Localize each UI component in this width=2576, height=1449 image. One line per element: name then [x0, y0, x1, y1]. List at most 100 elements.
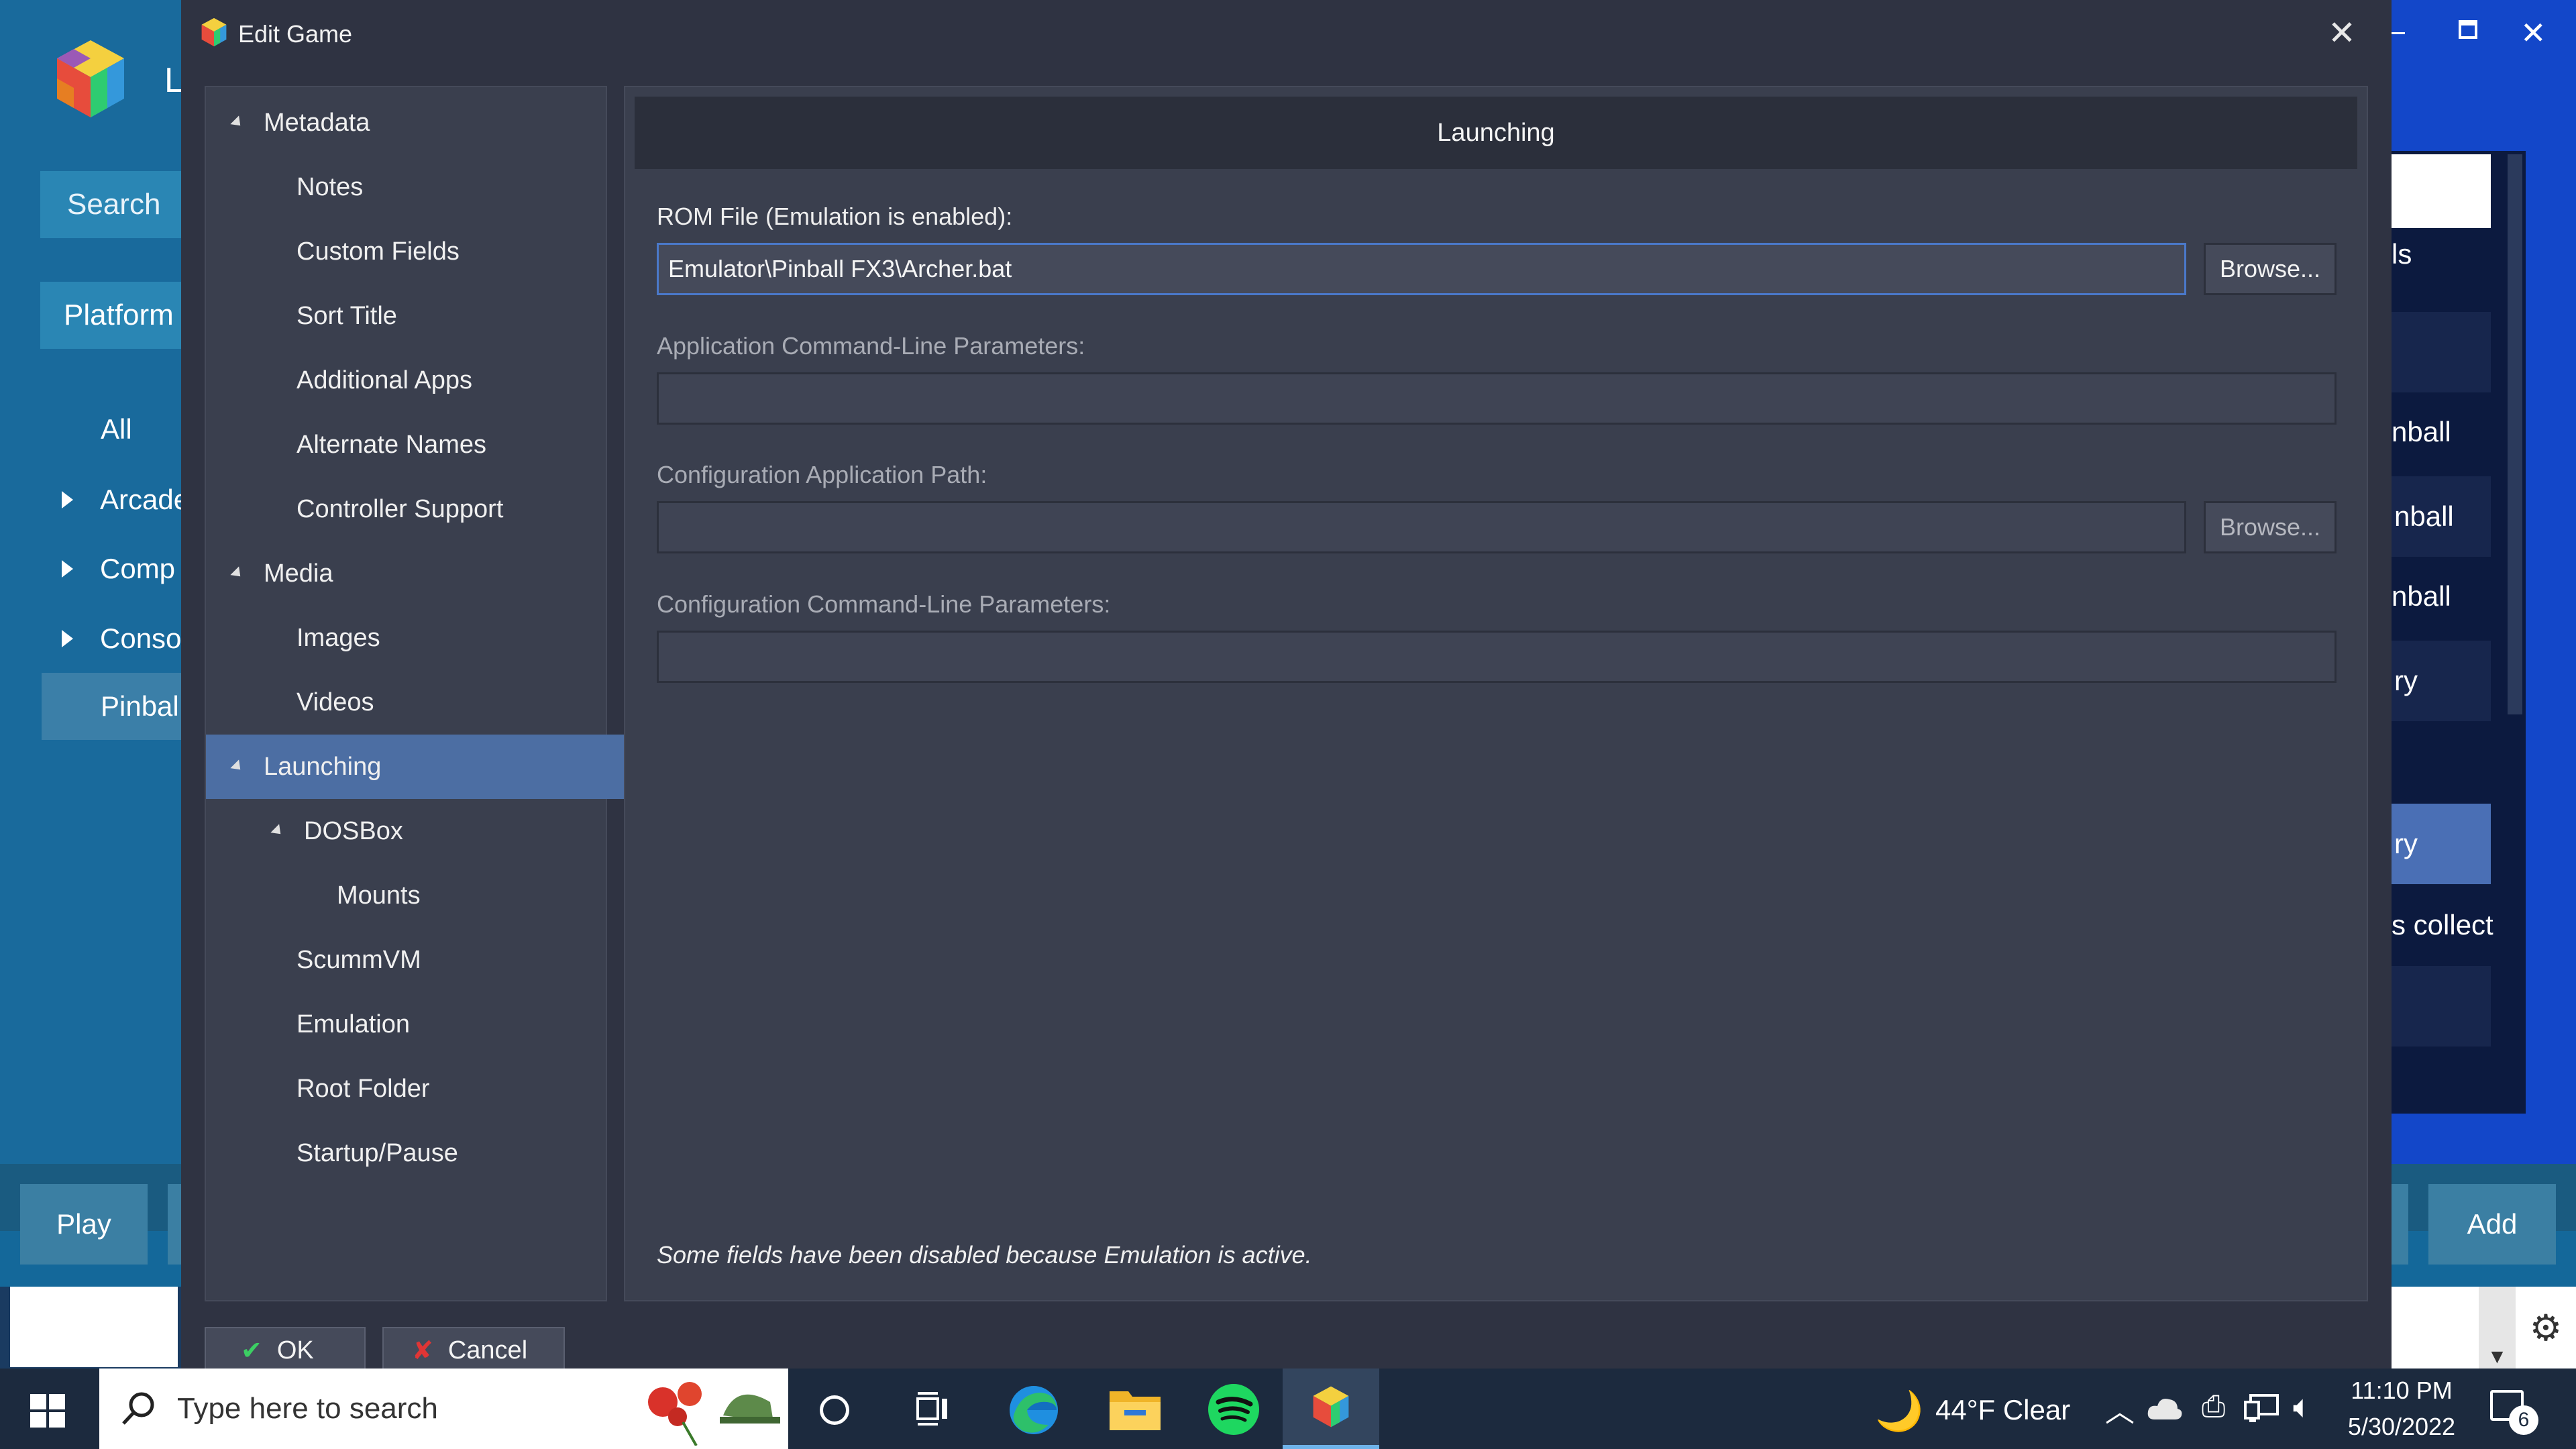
file-explorer-icon[interactable]: [1108, 1386, 1162, 1432]
cancel-x-icon: ✘: [412, 1336, 433, 1365]
tree-item-sort-title[interactable]: Sort Title: [206, 284, 696, 348]
status-field[interactable]: [10, 1287, 178, 1367]
close-icon[interactable]: ✕: [2328, 13, 2356, 52]
config-params-label: Configuration Command-Line Parameters:: [657, 590, 1111, 618]
platform-tree-pinball[interactable]: Pinbal: [42, 673, 181, 740]
list-tile-selected[interactable]: ry: [2392, 804, 2491, 884]
task-view-icon[interactable]: [914, 1392, 951, 1427]
expanded-arrow-icon[interactable]: [270, 824, 285, 839]
tree-item-custom-fields[interactable]: Custom Fields: [206, 219, 696, 284]
bottom-button-partial[interactable]: [2392, 1184, 2408, 1265]
camera-mic-icon[interactable]: ⎙: [2202, 1390, 2225, 1424]
ok-button[interactable]: ✔ OK: [205, 1327, 366, 1374]
app-params-label: Application Command-Line Parameters:: [657, 332, 1085, 360]
tree-item-scummvm[interactable]: ScummVM: [206, 928, 696, 992]
emulation-note: Some fields have been disabled because E…: [657, 1241, 1312, 1269]
spotify-icon[interactable]: [1208, 1383, 1260, 1436]
tree-item-metadata[interactable]: Metadata: [206, 91, 631, 155]
background-app-left: L Search Platform All Arcade Comp Conso …: [0, 0, 189, 1164]
config-params-input[interactable]: [657, 631, 2337, 683]
list-tile[interactable]: [2392, 312, 2491, 392]
section-header: Launching: [635, 97, 2357, 169]
tree-item-emulation[interactable]: Emulation: [206, 992, 696, 1057]
speaker-icon[interactable]: 🔈︎: [2293, 1389, 2312, 1426]
expand-arrow-icon[interactable]: [62, 630, 73, 647]
rom-browse-button[interactable]: Browse...: [2204, 243, 2337, 295]
tree-item-alternate-names[interactable]: Alternate Names: [206, 413, 696, 477]
tree-item-images[interactable]: Images: [206, 606, 696, 670]
launchbox-taskbar-button[interactable]: [1283, 1368, 1379, 1449]
bottom-button-partial[interactable]: [168, 1184, 181, 1265]
expand-arrow-icon[interactable]: [62, 560, 73, 578]
platform-tree-all[interactable]: All: [101, 409, 132, 449]
checkmark-icon: ✔: [241, 1336, 262, 1365]
onedrive-cloud-icon[interactable]: [2147, 1395, 2183, 1421]
tree-item-controller-support[interactable]: Controller Support: [206, 477, 696, 541]
expanded-arrow-icon[interactable]: [230, 566, 245, 581]
config-browse-button[interactable]: Browse...: [2204, 501, 2337, 553]
taskbar-search-box[interactable]: Type here to search: [99, 1368, 788, 1449]
window-controls: ✕: [2392, 0, 2576, 67]
launchbox-icon: [1313, 1386, 1349, 1428]
edit-game-dialog: Edit Game ✕ Metadata Notes Custom Fields…: [181, 0, 2392, 1374]
cortana-icon[interactable]: [820, 1395, 849, 1425]
search-icon: [122, 1392, 154, 1425]
list-fragment[interactable]: nball: [2392, 580, 2451, 612]
status-field[interactable]: [2392, 1287, 2479, 1368]
tree-item-additional-apps[interactable]: Additional Apps: [206, 348, 696, 413]
list-fragment: ls: [2392, 238, 2412, 270]
minimize-icon[interactable]: [2392, 32, 2405, 34]
tree-item-videos[interactable]: Videos: [206, 670, 696, 735]
expanded-arrow-icon[interactable]: [230, 759, 245, 774]
platform-tree-computers[interactable]: Comp: [62, 549, 175, 589]
tree-item-dosbox[interactable]: DOSBox: [206, 799, 672, 863]
window-close-icon[interactable]: ✕: [2520, 15, 2546, 51]
platform-tree-consoles[interactable]: Conso: [62, 619, 181, 659]
tree-item-startup-pause[interactable]: Startup/Pause: [206, 1121, 696, 1185]
search-button[interactable]: Search: [40, 171, 181, 238]
tree-item-launching[interactable]: Launching: [206, 735, 631, 799]
list-search-field[interactable]: [2392, 154, 2491, 228]
dropdown-arrow-icon[interactable]: ▼: [2479, 1287, 2516, 1368]
tree-item-root-folder[interactable]: Root Folder: [206, 1057, 696, 1121]
expand-arrow-icon[interactable]: [62, 491, 73, 508]
add-button[interactable]: Add: [2428, 1184, 2556, 1265]
config-path-label: Configuration Application Path:: [657, 461, 987, 488]
expanded-arrow-icon[interactable]: [230, 115, 245, 130]
platform-button[interactable]: Platform: [40, 282, 181, 349]
list-fragment[interactable]: nball: [2392, 416, 2451, 448]
platform-tree-arcade[interactable]: Arcade: [62, 480, 189, 520]
edge-icon[interactable]: [1006, 1383, 1061, 1437]
network-icon[interactable]: [2244, 1393, 2280, 1424]
list-tile[interactable]: [2392, 966, 2491, 1046]
play-button[interactable]: Play: [20, 1184, 148, 1265]
tree-item-notes[interactable]: Notes: [206, 155, 696, 219]
list-scrollbar[interactable]: [2508, 154, 2522, 714]
dialog-title-bar: Edit Game ✕: [181, 0, 2392, 67]
gear-icon[interactable]: ⚙: [2516, 1287, 2576, 1368]
config-path-input[interactable]: [657, 501, 2186, 553]
launchbox-logo-icon: [57, 40, 124, 117]
poppy-helmet-icon: [648, 1382, 780, 1446]
windows-start-icon[interactable]: [30, 1394, 65, 1428]
background-app-right: ✕ ls nball nball nball ry ry s collect: [2392, 0, 2576, 1164]
app-params-input[interactable]: [657, 372, 2337, 425]
rom-file-input[interactable]: Emulator\Pinball FX3\Archer.bat: [657, 243, 2186, 295]
launching-panel: Launching ROM File (Emulation is enabled…: [624, 86, 2368, 1301]
chevron-up-icon[interactable]: ︿: [2105, 1387, 2135, 1430]
launchbox-icon: [201, 17, 227, 47]
list-tile[interactable]: ry: [2392, 641, 2491, 721]
tree-item-media[interactable]: Media: [206, 541, 631, 606]
notification-count-badge: 6: [2509, 1405, 2538, 1435]
moon-weather-icon[interactable]: 🌙: [1875, 1389, 1923, 1434]
clock-date[interactable]: 5/30/2022: [2345, 1413, 2459, 1441]
section-tree: Metadata Notes Custom Fields Sort Title …: [205, 86, 631, 1301]
clock-time[interactable]: 11:10 PM: [2348, 1377, 2455, 1405]
list-tile[interactable]: nball: [2392, 476, 2491, 557]
list-fragment: s collect: [2392, 909, 2493, 941]
maximize-icon[interactable]: [2459, 20, 2477, 39]
weather-text[interactable]: 44°F Clear: [1935, 1394, 2070, 1426]
cancel-button[interactable]: ✘ Cancel: [382, 1327, 565, 1374]
search-placeholder: Type here to search: [177, 1392, 438, 1425]
rom-file-label: ROM File (Emulation is enabled):: [657, 203, 1013, 230]
